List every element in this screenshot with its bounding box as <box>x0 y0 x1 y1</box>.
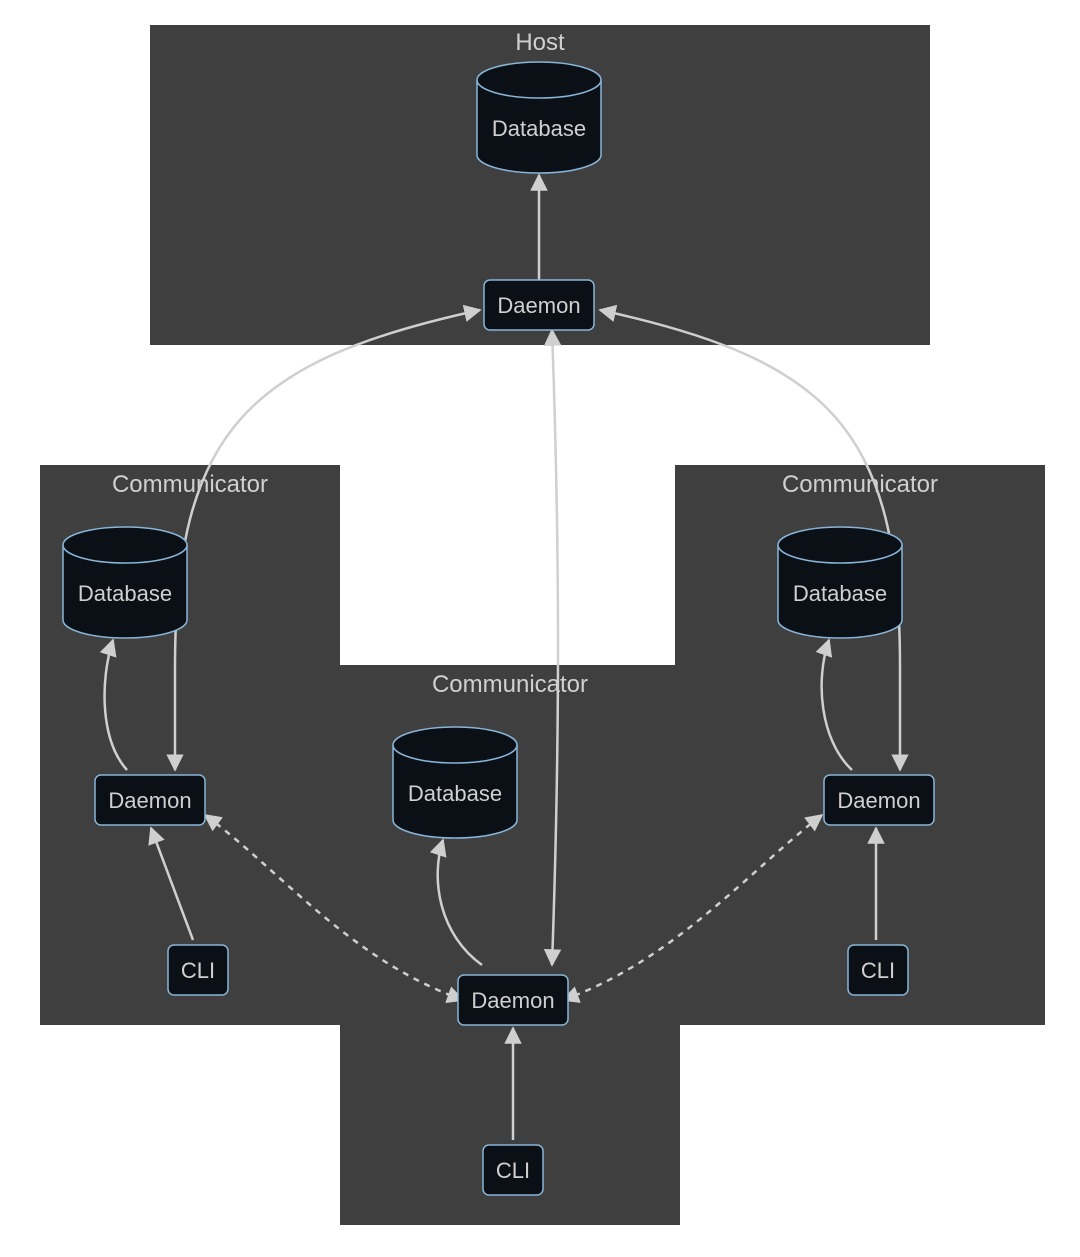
svg-text:Database: Database <box>492 116 586 141</box>
svg-text:Daemon: Daemon <box>471 988 554 1013</box>
svg-text:Daemon: Daemon <box>837 788 920 813</box>
svg-text:Database: Database <box>78 581 172 606</box>
svg-text:Database: Database <box>408 781 502 806</box>
svg-text:Daemon: Daemon <box>497 293 580 318</box>
group-communicator-left-title: Communicator <box>112 471 268 498</box>
node-right-database: Database <box>778 527 902 638</box>
group-communicator-middle-title: Communicator <box>432 671 588 698</box>
node-mid-cli: CLI <box>483 1145 543 1195</box>
node-right-cli: CLI <box>848 945 908 995</box>
svg-text:Database: Database <box>793 581 887 606</box>
node-mid-database: Database <box>393 727 517 838</box>
svg-text:CLI: CLI <box>181 958 215 983</box>
node-left-daemon: Daemon <box>95 775 205 825</box>
node-host-database: Database <box>477 62 601 173</box>
node-left-cli: CLI <box>168 945 228 995</box>
architecture-diagram: Host Communicator Communicator Communica… <box>0 0 1080 1257</box>
group-host-title: Host <box>515 29 565 56</box>
svg-text:CLI: CLI <box>496 1158 530 1183</box>
node-left-database: Database <box>63 527 187 638</box>
node-right-daemon: Daemon <box>824 775 934 825</box>
node-host-daemon: Daemon <box>484 280 594 330</box>
group-communicator-right-title: Communicator <box>782 471 938 498</box>
node-mid-daemon: Daemon <box>458 975 568 1025</box>
svg-text:Daemon: Daemon <box>108 788 191 813</box>
svg-text:CLI: CLI <box>861 958 895 983</box>
